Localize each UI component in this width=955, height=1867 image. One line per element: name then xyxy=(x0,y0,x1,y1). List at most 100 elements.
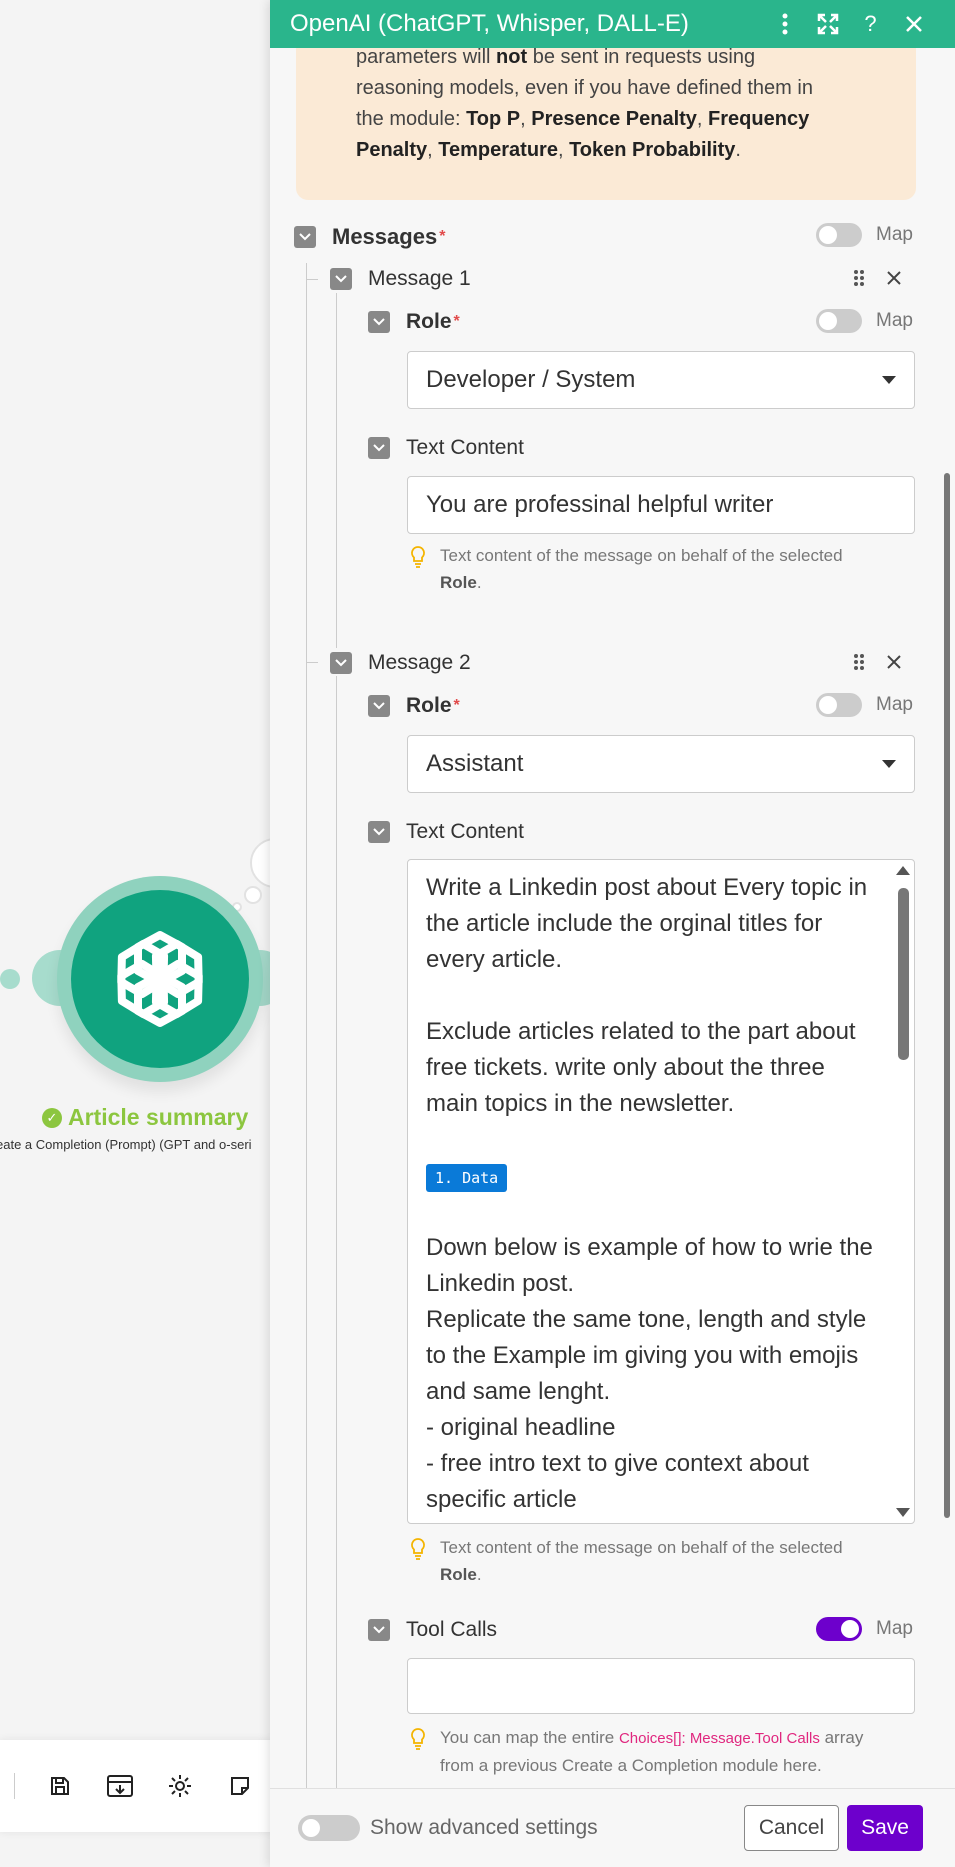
message1-role-value: Developer / System xyxy=(426,366,636,393)
message2-text-area[interactable]: Write a Linkedin post about Every topic … xyxy=(407,859,915,1524)
tool-calls-checkbox[interactable] xyxy=(368,1619,390,1641)
messages-collapse-checkbox[interactable] xyxy=(294,226,316,248)
messages-tree-line xyxy=(306,263,307,1788)
tool-calls-label: Tool Calls xyxy=(406,1618,498,1641)
warning-line-4: Penalty, Temperature, Token Probability. xyxy=(356,139,741,161)
tool-calls-hint: You can map the entire Choices[]: Messag… xyxy=(410,1724,915,1779)
message2-role-required: * xyxy=(453,697,460,714)
message1-collapse-checkbox[interactable] xyxy=(330,268,352,290)
chevron-down-icon xyxy=(882,376,896,384)
openai-module-node[interactable] xyxy=(57,876,263,1082)
panel-scrollbar[interactable] xyxy=(944,473,950,1518)
reasoning-models-warning: parameters will not be sent in requests … xyxy=(296,48,916,200)
message1-tree-branch xyxy=(306,279,318,280)
settings-icon[interactable] xyxy=(165,1771,195,1801)
panel-body[interactable]: parameters will not be sent in requests … xyxy=(270,48,955,1788)
warning-line-2: reasoning models, even if you have defin… xyxy=(356,77,813,99)
notes-icon[interactable] xyxy=(225,1771,255,1801)
message1-label: Message 1 xyxy=(368,267,471,290)
message2-label: Message 2 xyxy=(368,651,471,674)
message2-text-hint: Text content of the message on behalf of… xyxy=(410,1534,910,1588)
textarea-scrollbar[interactable] xyxy=(898,888,909,1060)
message2-role-map-label: Map xyxy=(876,694,913,715)
message1-actions xyxy=(853,269,901,287)
message2-role-row: Role * xyxy=(368,694,460,718)
node-title-text: Article summary xyxy=(68,1104,249,1130)
module-settings-panel: OpenAI (ChatGPT, Whisper, DALL-E) ? para… xyxy=(270,0,955,1867)
openai-logo-icon xyxy=(71,890,249,1068)
message2-row: Message 2 xyxy=(330,651,471,675)
canvas-bubble-small xyxy=(244,886,262,904)
expand-icon[interactable] xyxy=(806,0,849,48)
connection-dot[interactable] xyxy=(0,969,20,989)
message2-role-label: Role xyxy=(406,694,452,717)
lightbulb-icon xyxy=(410,542,428,596)
tool-calls-map-toggle[interactable]: Map xyxy=(816,1617,913,1641)
more-vertical-icon[interactable] xyxy=(763,0,806,48)
close-icon[interactable] xyxy=(892,0,935,48)
messages-required-mark: * xyxy=(439,228,446,245)
scenario-canvas[interactable]: ✓ Article summary eate a Completion (Pro… xyxy=(0,0,270,1867)
message1-role-checkbox[interactable] xyxy=(368,311,390,333)
remove-message-icon[interactable] xyxy=(887,271,901,285)
mapped-data-pill[interactable]: 1. Data xyxy=(426,1164,508,1192)
save-icon[interactable] xyxy=(45,1771,75,1801)
tool-calls-input[interactable] xyxy=(407,1658,915,1714)
help-icon[interactable]: ? xyxy=(849,0,892,48)
message1-role-select[interactable]: Developer / System xyxy=(407,351,915,409)
messages-map-toggle[interactable]: Map xyxy=(816,223,913,247)
messages-map-label: Map xyxy=(876,224,913,245)
panel-footer: Show advanced settings Cancel Save xyxy=(270,1788,955,1867)
message2-tree-line xyxy=(336,676,337,1788)
drag-handle-icon[interactable] xyxy=(853,653,865,671)
scroll-down-arrow-icon[interactable] xyxy=(896,1508,910,1517)
drag-handle-icon[interactable] xyxy=(853,269,865,287)
message1-text-label: Text Content xyxy=(406,436,524,459)
text-paragraph: Replicate the same tone, length and styl… xyxy=(426,1306,873,1405)
export-icon[interactable] xyxy=(105,1771,135,1801)
toolbar-divider xyxy=(14,1773,15,1799)
messages-label: Messages xyxy=(332,224,438,249)
node-subtitle: eate a Completion (Prompt) (GPT and o-se… xyxy=(0,1137,252,1152)
message2-collapse-checkbox[interactable] xyxy=(330,652,352,674)
messages-row: Messages * xyxy=(294,224,445,250)
messages-map-switch[interactable] xyxy=(816,223,862,247)
message2-role-map-switch[interactable] xyxy=(816,693,862,717)
message2-role-value: Assistant xyxy=(426,750,524,777)
message1-role-map-switch[interactable] xyxy=(816,309,862,333)
warning-line-1: parameters will not be sent in requests … xyxy=(356,48,756,68)
tool-calls-map-switch[interactable] xyxy=(816,1617,862,1641)
advanced-settings-label[interactable]: Show advanced settings xyxy=(370,1816,744,1840)
save-button[interactable]: Save xyxy=(847,1805,923,1851)
message2-role-checkbox[interactable] xyxy=(368,695,390,717)
text-paragraph: - original headline xyxy=(426,1414,616,1441)
check-icon: ✓ xyxy=(42,1107,62,1128)
message2-role-select[interactable]: Assistant xyxy=(407,735,915,793)
lightbulb-icon xyxy=(410,1724,428,1779)
message1-text-row: Text Content xyxy=(368,436,524,460)
message1-role-map-toggle[interactable]: Map xyxy=(816,309,913,333)
node-title[interactable]: ✓ Article summary xyxy=(42,1104,248,1131)
message1-text-checkbox[interactable] xyxy=(368,437,390,459)
message1-text-input[interactable]: You are professinal helpful writer xyxy=(407,476,915,534)
text-paragraph: - free intro text to give context about … xyxy=(426,1450,816,1513)
message1-text-value: You are professinal helpful writer xyxy=(426,491,774,518)
message1-role-required: * xyxy=(453,313,460,330)
advanced-settings-toggle[interactable] xyxy=(298,1815,360,1841)
message2-text-row: Text Content xyxy=(368,820,524,844)
text-paragraph: Write a Linkedin post about Every topic … xyxy=(426,874,874,973)
tool-calls-row: Tool Calls xyxy=(368,1618,497,1642)
cancel-button[interactable]: Cancel xyxy=(744,1805,839,1851)
message2-text-checkbox[interactable] xyxy=(368,821,390,843)
mapped-field-reference: Choices[]: Message.Tool Calls xyxy=(618,1730,820,1747)
message2-text-content: Write a Linkedin post about Every topic … xyxy=(426,870,881,1518)
message2-role-map-toggle[interactable]: Map xyxy=(816,693,913,717)
bottom-toolbar xyxy=(0,1740,270,1832)
panel-header: OpenAI (ChatGPT, Whisper, DALL-E) ? xyxy=(270,0,955,48)
remove-message-icon[interactable] xyxy=(887,655,901,669)
text-paragraph: Down below is example of how to wrie the… xyxy=(426,1234,880,1297)
scroll-up-arrow-icon[interactable] xyxy=(896,866,910,875)
message1-text-hint: Text content of the message on behalf of… xyxy=(410,542,910,596)
